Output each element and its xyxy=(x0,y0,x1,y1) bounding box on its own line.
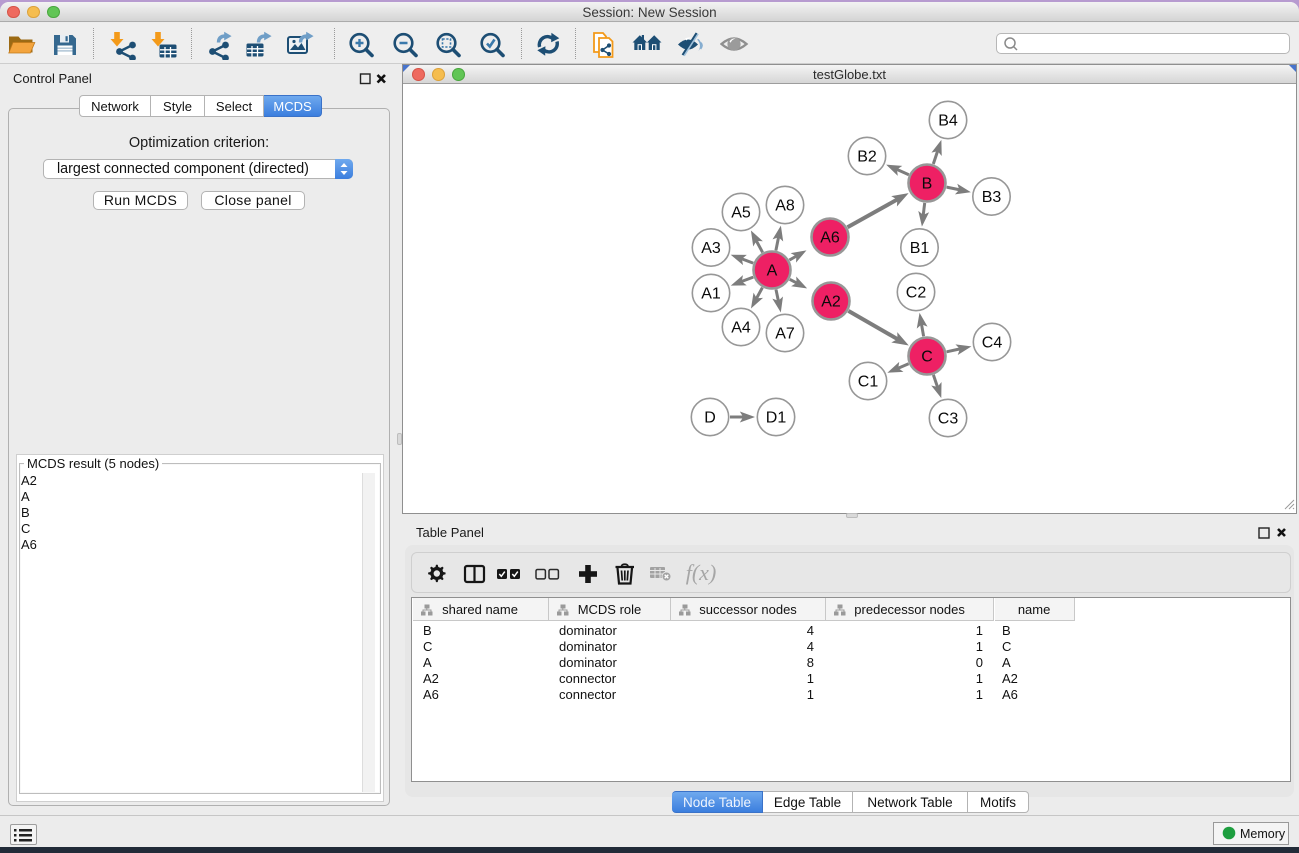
svg-text:A4: A4 xyxy=(731,320,751,337)
svg-text:A2: A2 xyxy=(821,294,841,311)
svg-text:f(x): f(x) xyxy=(686,560,716,585)
svg-text:C3: C3 xyxy=(938,411,959,428)
svg-text:C2: C2 xyxy=(906,285,927,302)
svg-text:A6: A6 xyxy=(820,230,840,247)
svg-text:C1: C1 xyxy=(858,374,879,391)
svg-text:B4: B4 xyxy=(938,113,958,130)
svg-text:A8: A8 xyxy=(775,198,795,215)
svg-text:A5: A5 xyxy=(731,205,751,222)
svg-text:A: A xyxy=(767,263,778,280)
svg-text:B3: B3 xyxy=(982,189,1002,206)
svg-text:D1: D1 xyxy=(766,410,787,427)
svg-text:B1: B1 xyxy=(910,240,930,257)
svg-text:D: D xyxy=(704,410,716,427)
svg-text:A1: A1 xyxy=(701,286,721,303)
svg-text:C4: C4 xyxy=(982,335,1003,352)
svg-text:A3: A3 xyxy=(701,240,721,257)
svg-text:B: B xyxy=(922,176,933,193)
svg-text:B2: B2 xyxy=(857,149,877,166)
svg-text:A7: A7 xyxy=(775,326,795,343)
svg-text:C: C xyxy=(921,349,933,366)
